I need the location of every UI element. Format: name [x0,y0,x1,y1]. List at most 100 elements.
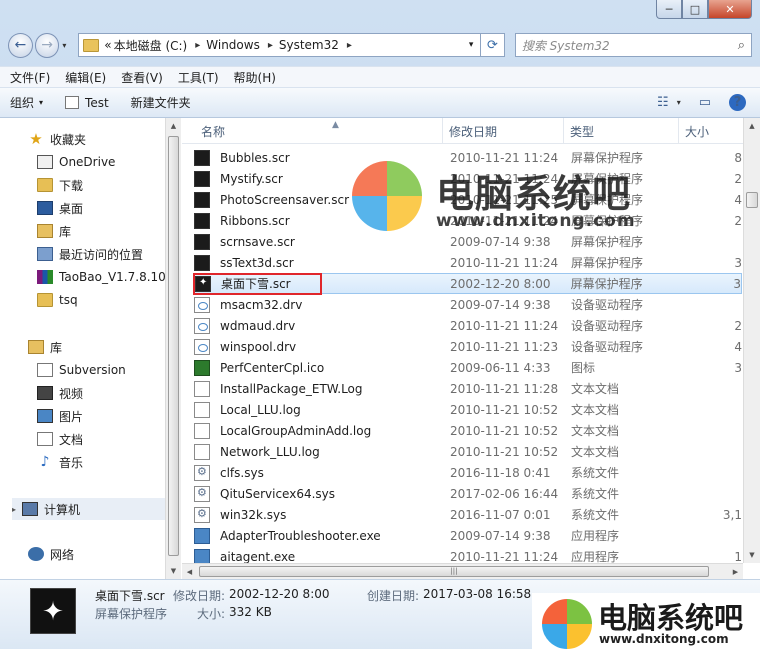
star-icon: ★ [29,130,43,148]
file-name: win32k.sys [220,507,287,522]
sidebar-item-label: 最近访问的位置 [59,247,144,262]
sidebar-item-favorites[interactable]: ★ 收藏夹 [28,128,86,150]
preview-pane-icon[interactable]: ▭ [699,95,711,110]
watermark-bottom: 电脑系统吧 www.dnxitong.com [532,593,760,649]
sidebar-item-library[interactable]: 库 [37,220,71,242]
column-type[interactable]: 类型 [564,118,679,144]
scroll-down-arrow[interactable]: ▼ [744,547,760,563]
sidebar-item-computer[interactable]: ▸ 计算机 [12,498,165,520]
scroll-right-arrow[interactable]: ▶ [728,564,743,579]
network-icon [28,547,44,561]
recent-pages-dropdown[interactable]: ▾ [62,41,72,50]
file-name: AdapterTroubleshooter.exe [220,528,381,543]
explorer-window: ─ □ ✕ ← → ▾ « 本地磁盘 (C:) ▸ Windows ▸ Syst… [0,0,760,649]
sidebar-item-subversion[interactable]: Subversion [37,359,126,381]
file-row[interactable]: wdmaud.drv 2010-11-21 11:24 设备驱动程序 2 [194,315,742,336]
sidebar-item-taobao[interactable]: TaoBao_V1.7.8.10_ [37,266,172,288]
recent-places-icon [37,247,53,261]
file-row[interactable]: QituServicex64.sys 2017-02-06 16:44 系统文件 [194,483,742,504]
test-button[interactable]: Test [65,96,109,110]
sidebar-item-tsq[interactable]: tsq [37,289,78,311]
maximize-button[interactable]: □ [682,0,708,19]
scroll-thumb[interactable]: ||| [199,566,709,577]
watermark-url: www.dnxitong.com [436,211,636,231]
file-row[interactable]: AdapterTroubleshooter.exe 2009-07-14 9:38… [194,525,742,546]
file-row[interactable]: clfs.sys 2016-11-18 0:41 系统文件 [194,462,742,483]
scroll-left-arrow[interactable]: ◀ [182,564,197,579]
change-view-icon[interactable]: ☷ [657,95,669,110]
file-date: 2009-07-14 9:38 [450,234,551,249]
view-dropdown-icon[interactable]: ▾ [677,98,681,107]
file-row[interactable]: Local_LLU.log 2010-11-21 10:52 文本文档 [194,399,742,420]
file-row[interactable]: InstallPackage_ETW.Log 2010-11-21 11:28 文本… [194,378,742,399]
menu-view[interactable]: 查看(V) [121,69,163,86]
details-size-value: 332 KB [229,605,272,619]
file-row[interactable]: winspool.drv 2010-11-21 11:23 设备驱动程序 4 [194,336,742,357]
file-name-cell: ssText3d.scr [194,254,450,271]
breadcrumb-separator[interactable]: ▸ [268,40,273,51]
scroll-thumb[interactable] [746,192,758,208]
menu-tools[interactable]: 工具(T) [178,69,219,86]
system-file-icon [194,485,210,502]
organize-label: 组织 [10,96,35,110]
file-date: 2016-11-18 0:41 [450,465,551,480]
column-size[interactable]: 大小 [679,118,743,144]
breadcrumb-system32[interactable]: System32 [279,38,339,52]
file-row[interactable]: PerfCenterCpl.ico 2009-06-11 4:33 图标 3 [194,357,742,378]
scroll-up-arrow[interactable]: ▲ [744,118,760,134]
file-row[interactable]: Network_LLU.log 2010-11-21 10:52 文本文档 [194,441,742,462]
scroll-down-arrow[interactable]: ▼ [166,563,181,579]
screensaver-icon [194,212,210,229]
organize-button[interactable]: 组织 ▾ [10,94,43,111]
file-date: 2010-11-21 11:24 [450,255,559,270]
sidebar-item-music[interactable]: ♪ 音乐 [37,451,83,473]
sidebar-item-pictures[interactable]: 图片 [37,405,83,427]
file-name: PerfCenterCpl.ico [220,360,325,375]
menu-edit[interactable]: 编辑(E) [65,69,106,86]
address-bar[interactable]: « 本地磁盘 (C:) ▸ Windows ▸ System32 ▸ ▾ [78,33,482,57]
file-size: 8 [734,150,742,165]
sidebar-item-recent-places[interactable]: 最近访问的位置 [37,243,143,265]
file-row[interactable]: LocalGroupAdminAdd.log 2010-11-21 10:52 文本… [194,420,742,441]
file-list-vertical-scrollbar[interactable]: ▲ ▼ [743,118,760,563]
address-dropdown-icon[interactable]: ▾ [462,40,480,50]
breadcrumb-windows[interactable]: Windows [206,38,260,52]
menu-help[interactable]: 帮助(H) [234,69,276,86]
file-list-horizontal-scrollbar[interactable]: ◀ ||| ▶ [182,563,743,579]
breadcrumb-separator[interactable]: ▸ [347,40,352,51]
refresh-icon[interactable]: ⟳ [481,33,505,57]
sidebar-item-libraries[interactable]: 库 [28,336,62,358]
breadcrumb-local-disk[interactable]: 本地磁盘 (C:) [114,37,188,54]
scroll-thumb[interactable] [168,136,179,556]
forward-button[interactable]: → [34,32,60,58]
file-row[interactable]: win32k.sys 2016-11-07 0:01 系统文件 3,1 [194,504,742,525]
file-name: Bubbles.scr [220,150,290,165]
sidebar-item-network[interactable]: 网络 [28,543,74,565]
sidebar-item-desktop[interactable]: 桌面 [37,197,83,219]
menu-file[interactable]: 文件(F) [10,69,50,86]
navigation-scrollbar[interactable]: ▲ ▼ [165,118,181,579]
column-date[interactable]: 修改日期 [443,118,564,144]
address-overflow[interactable]: « [104,38,111,52]
file-row[interactable]: scrnsave.scr 2009-07-14 9:38 屏幕保护程序 [194,231,742,252]
new-folder-button[interactable]: 新建文件夹 [131,94,191,111]
back-button[interactable]: ← [8,32,33,58]
new-folder-label: 新建文件夹 [130,96,191,110]
help-icon[interactable]: ? [729,94,746,111]
search-icon[interactable]: ⌕ [738,38,745,53]
search-input[interactable]: 搜索 System32 ⌕ [514,33,752,57]
file-size: 2 [734,171,742,186]
sidebar-item-downloads[interactable]: 下载 [37,174,83,196]
scroll-up-arrow[interactable]: ▲ [166,118,181,134]
breadcrumb-separator[interactable]: ▸ [195,40,200,51]
onedrive-icon [37,155,53,169]
close-button[interactable]: ✕ [708,0,752,19]
sidebar-item-onedrive[interactable]: OneDrive [37,151,115,173]
minimize-button[interactable]: ─ [656,0,682,19]
sidebar-item-videos[interactable]: 视频 [37,382,83,404]
column-name[interactable]: ▲ 名称 [182,118,443,144]
file-row[interactable]: ssText3d.scr 2010-11-21 11:24 屏幕保护程序 3 [194,252,742,273]
sidebar-item-documents[interactable]: 文档 [37,428,83,450]
file-row[interactable]: msacm32.drv 2009-07-14 9:38 设备驱动程序 [194,294,742,315]
file-row[interactable]: 桌面下雪.scr 2002-12-20 8:00 屏幕保护程序 3 [194,273,742,294]
